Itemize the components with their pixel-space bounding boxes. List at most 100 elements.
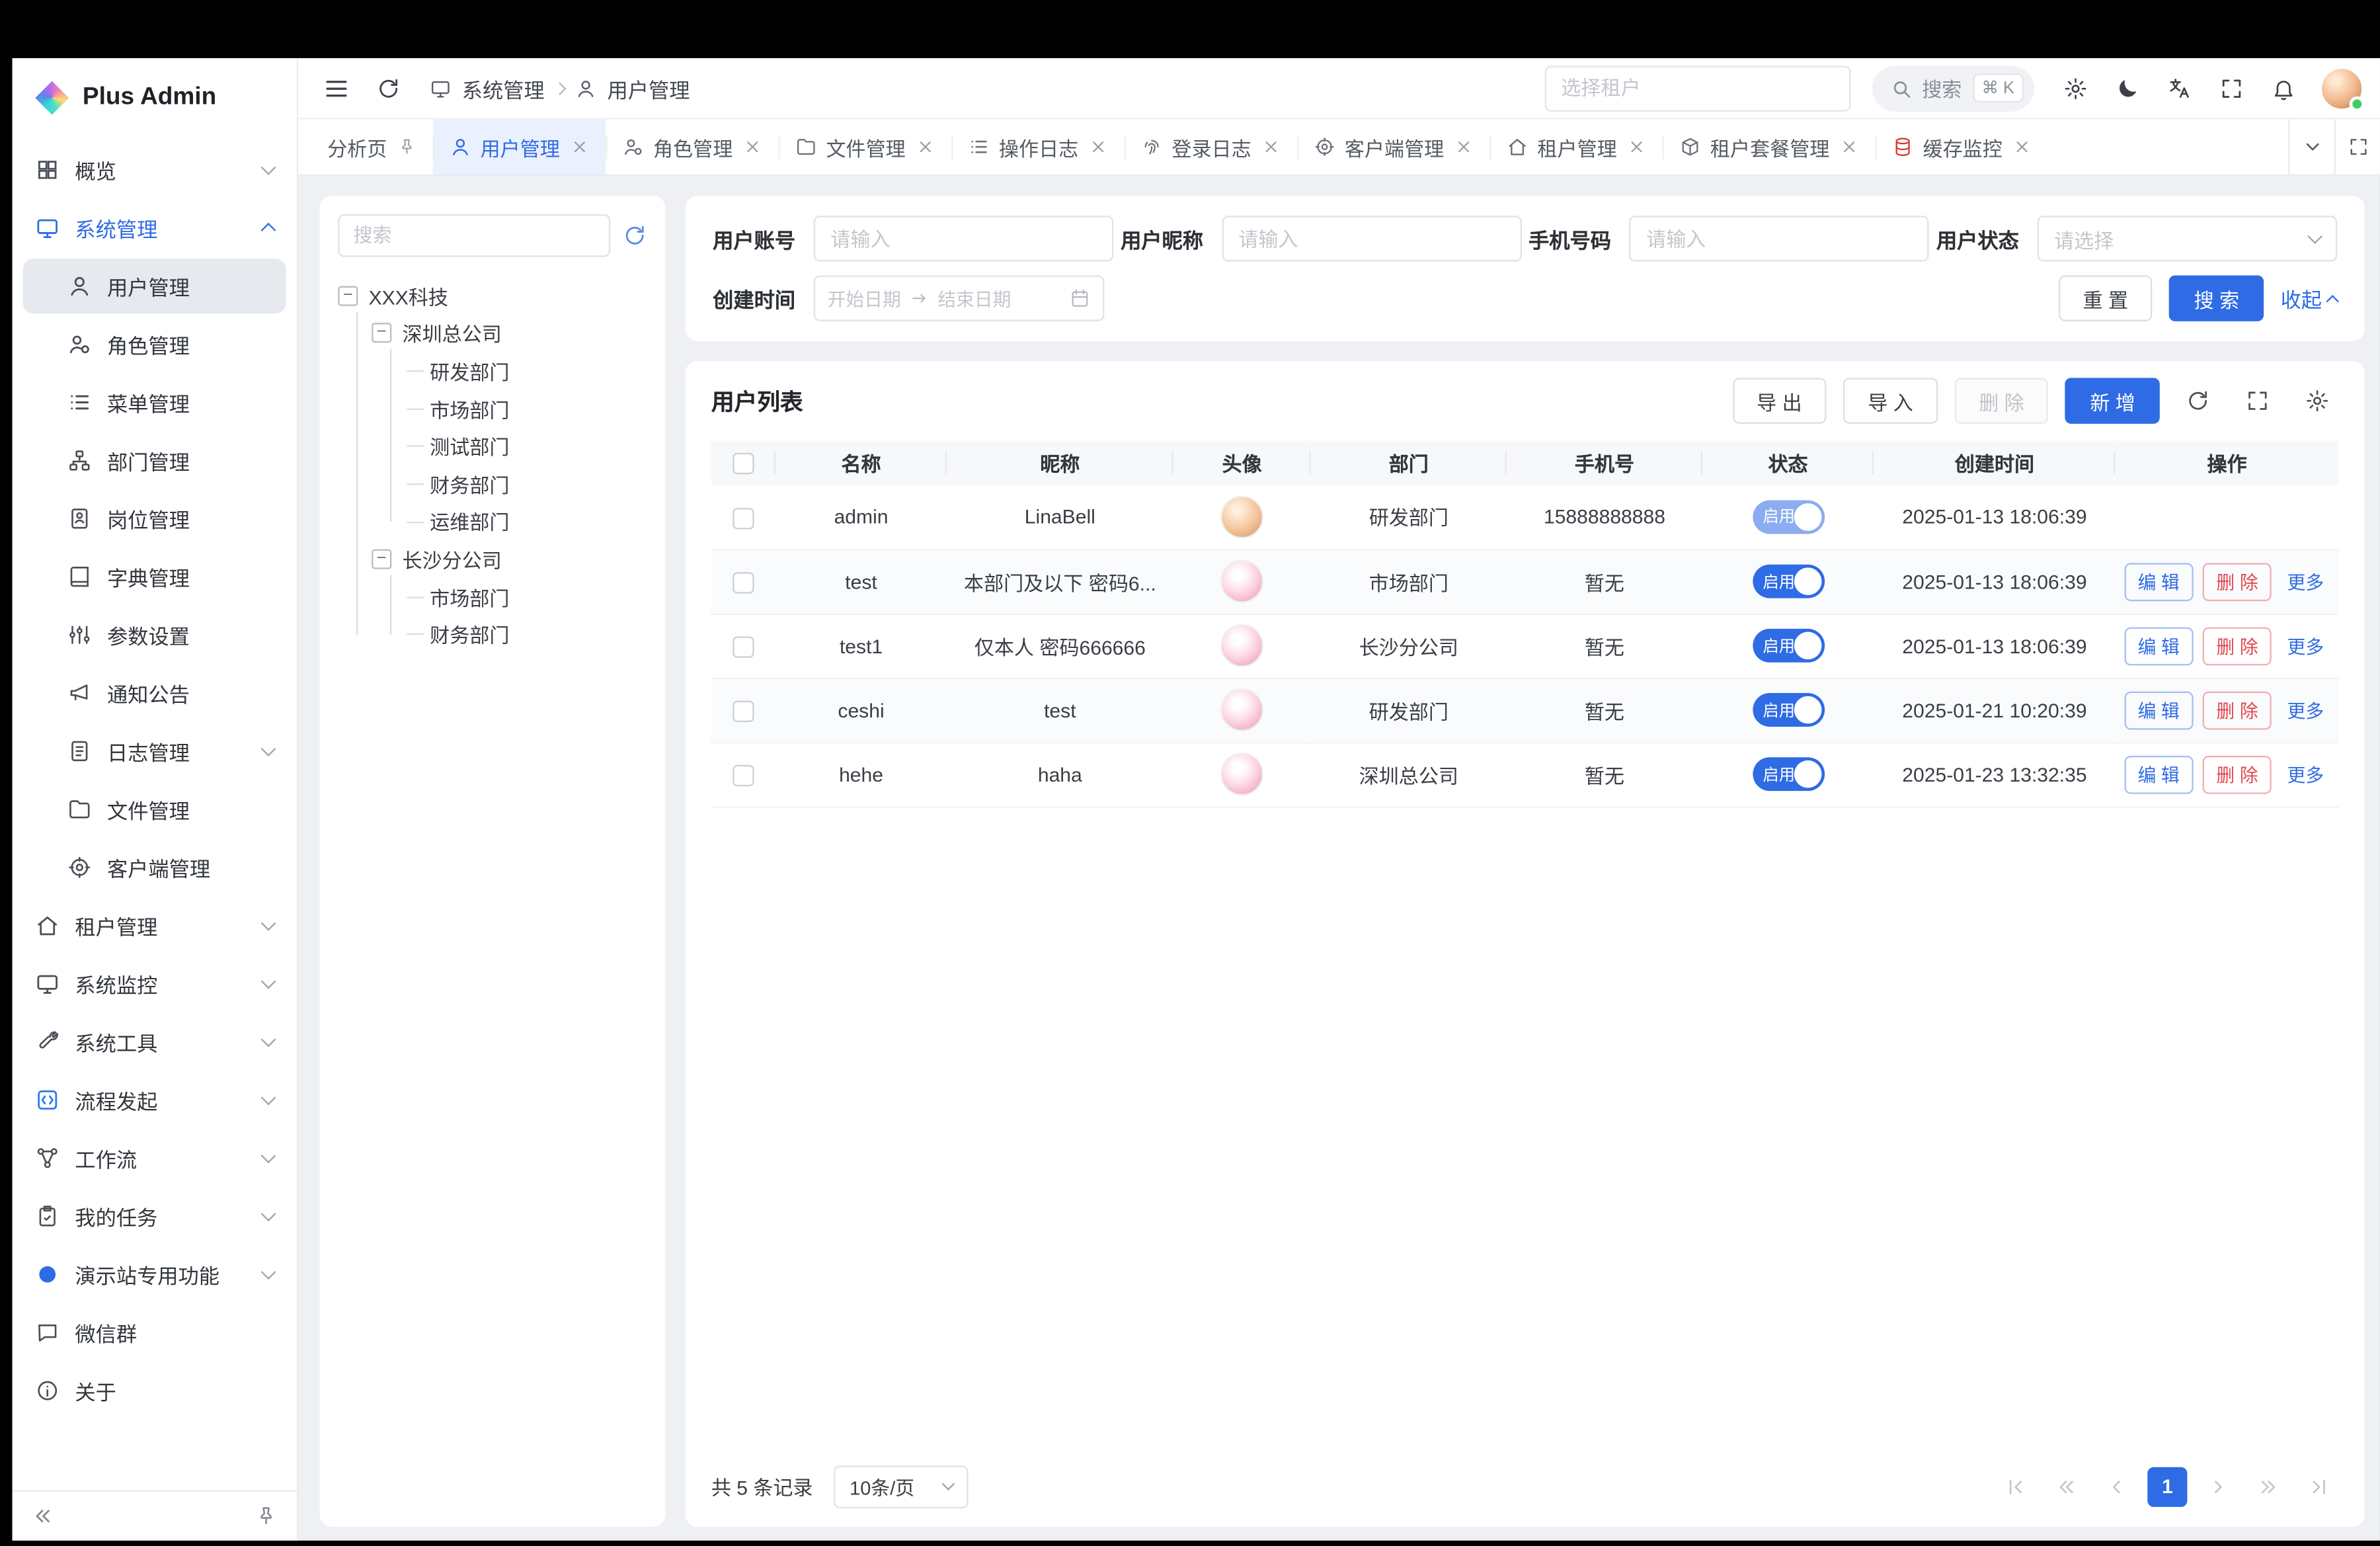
row-checkbox[interactable] — [733, 636, 754, 657]
delete-row-button[interactable]: 删 除 — [2203, 691, 2272, 729]
sidebar-item-dept-mgmt[interactable]: 部门管理 — [13, 431, 297, 489]
sidebar-item-overview[interactable]: 概览 — [13, 141, 297, 199]
delete-row-button[interactable]: 删 除 — [2203, 755, 2272, 793]
tree-refresh-icon[interactable] — [623, 224, 647, 248]
collapse-sidebar-icon[interactable] — [32, 1505, 54, 1526]
tab-tenant-package-mgmt[interactable]: 租户套餐管理 — [1663, 119, 1876, 174]
status-select[interactable]: 请选择 — [2038, 216, 2337, 261]
row-checkbox[interactable] — [733, 764, 754, 786]
tab-login-log[interactable]: 登录日志 — [1125, 119, 1297, 174]
sidebar-item-notice[interactable]: 通知公告 — [13, 664, 297, 722]
table-fullscreen-icon[interactable] — [2236, 380, 2279, 423]
sidebar-item-workflow[interactable]: 工作流 — [13, 1129, 297, 1187]
tabs-overflow-chevron-icon[interactable] — [2288, 119, 2334, 174]
close-icon[interactable] — [571, 138, 589, 156]
sidebar-item-tenant-mgmt[interactable]: 租户管理 — [13, 897, 297, 955]
edit-button[interactable]: 编 辑 — [2124, 562, 2194, 600]
dark-mode-moon-icon[interactable] — [2108, 68, 2147, 108]
delete-row-button[interactable]: 删 除 — [2203, 626, 2272, 665]
edit-button[interactable]: 编 辑 — [2124, 626, 2194, 665]
sidebar-item-wechat-group[interactable]: 微信群 — [13, 1303, 297, 1362]
tree-node-branch[interactable]: 长沙分公司 — [372, 540, 647, 578]
bell-icon[interactable] — [2264, 68, 2303, 108]
more-button[interactable]: 更多 — [2281, 562, 2330, 600]
sidebar-item-about[interactable]: 关于 — [13, 1362, 297, 1420]
first-page-button[interactable] — [1996, 1467, 2036, 1506]
gear-icon[interactable] — [2055, 68, 2095, 108]
tree-node-leaf[interactable]: 运维部门 — [405, 503, 647, 540]
tree-node-branch[interactable]: 深圳总公司 — [372, 315, 647, 352]
nickname-input[interactable] — [1222, 216, 1521, 261]
select-all-checkbox[interactable] — [733, 453, 754, 474]
close-icon[interactable] — [1089, 138, 1107, 156]
prev-jump-button[interactable] — [2047, 1467, 2086, 1506]
tree-node-leaf[interactable]: 测试部门 — [405, 427, 647, 465]
tabs-fullscreen-icon[interactable] — [2334, 119, 2380, 174]
more-button[interactable]: 更多 — [2281, 626, 2330, 665]
sidebar-item-system-tools[interactable]: 系统工具 — [13, 1013, 297, 1071]
export-button[interactable]: 导 出 — [1732, 378, 1827, 423]
more-button[interactable]: 更多 — [2281, 755, 2330, 793]
close-icon[interactable] — [1454, 138, 1473, 156]
page-size-select[interactable]: 10条/页 — [834, 1465, 969, 1508]
sidebar-item-system-monitor[interactable]: 系统监控 — [13, 955, 297, 1013]
close-icon[interactable] — [1628, 138, 1646, 156]
sidebar-item-post-mgmt[interactable]: 岗位管理 — [13, 489, 297, 548]
delete-button[interactable]: 删 除 — [1954, 378, 2049, 423]
next-jump-button[interactable] — [2248, 1467, 2288, 1506]
add-button[interactable]: 新 增 — [2065, 378, 2160, 423]
status-toggle[interactable]: 启用 — [1752, 500, 1824, 534]
close-icon[interactable] — [2013, 138, 2032, 156]
phone-input[interactable] — [1630, 216, 1929, 261]
account-input[interactable] — [814, 216, 1113, 261]
sidebar-item-param-settings[interactable]: 参数设置 — [13, 606, 297, 664]
tab-client-mgmt[interactable]: 客户端管理 — [1297, 119, 1490, 174]
language-icon[interactable] — [2160, 68, 2200, 108]
more-button[interactable]: 更多 — [2281, 691, 2330, 729]
edit-button[interactable]: 编 辑 — [2124, 691, 2194, 729]
tree-node-leaf[interactable]: 财务部门 — [405, 616, 647, 653]
table-refresh-icon[interactable] — [2176, 380, 2219, 423]
tenant-select-input[interactable] — [1544, 65, 1850, 110]
sidebar-item-demo-features[interactable]: 演示站专用功能 — [13, 1245, 297, 1303]
collapse-box-icon[interactable] — [372, 323, 391, 343]
status-toggle[interactable]: 启用 — [1752, 565, 1824, 598]
tree-node-leaf[interactable]: 市场部门 — [405, 578, 647, 616]
row-checkbox[interactable] — [733, 572, 754, 593]
tab-role-mgmt[interactable]: 角色管理 — [606, 119, 778, 174]
sidebar-item-system-mgmt[interactable]: 系统管理 — [13, 199, 297, 257]
sidebar-item-log-mgmt[interactable]: 日志管理 — [13, 722, 297, 780]
last-page-button[interactable] — [2299, 1467, 2338, 1506]
page-number-current[interactable]: 1 — [2147, 1467, 2187, 1506]
refresh-page-icon[interactable] — [369, 68, 409, 108]
tab-user-mgmt[interactable]: 用户管理 — [433, 119, 606, 174]
close-icon[interactable] — [744, 138, 762, 156]
sidebar-item-file-mgmt[interactable]: 文件管理 — [13, 780, 297, 838]
import-button[interactable]: 导 入 — [1843, 378, 1938, 423]
tab-file-mgmt[interactable]: 文件管理 — [779, 119, 951, 174]
date-range-picker[interactable]: 开始日期 结束日期 — [814, 275, 1105, 321]
pin-sidebar-icon[interactable] — [255, 1505, 276, 1526]
collapse-box-icon[interactable] — [338, 286, 358, 305]
tree-node-leaf[interactable]: 研发部门 — [405, 352, 647, 390]
status-toggle[interactable]: 启用 — [1752, 757, 1824, 791]
sidebar-item-client-mgmt[interactable]: 客户端管理 — [13, 838, 297, 897]
close-icon[interactable] — [1262, 138, 1281, 156]
column-settings-gear-icon[interactable] — [2296, 380, 2339, 423]
status-toggle[interactable]: 启用 — [1752, 629, 1824, 663]
fullscreen-icon[interactable] — [2211, 68, 2251, 108]
tab-operation-log[interactable]: 操作日志 — [951, 119, 1124, 174]
sidebar-item-dict-mgmt[interactable]: 字典管理 — [13, 548, 297, 606]
sidebar-item-my-tasks[interactable]: 我的任务 — [13, 1187, 297, 1245]
sidebar-item-process-start[interactable]: 流程发起 — [13, 1071, 297, 1129]
collapse-filters-link[interactable]: 收起 — [2281, 283, 2338, 313]
hamburger-menu-icon[interactable] — [317, 68, 356, 108]
next-page-button[interactable] — [2198, 1467, 2238, 1506]
collapse-box-icon[interactable] — [372, 549, 391, 569]
breadcrumb-parent[interactable]: 系统管理 — [462, 73, 545, 103]
tree-node-leaf[interactable]: 市场部门 — [405, 389, 647, 427]
search-button[interactable]: 搜 索 — [2170, 275, 2264, 321]
edit-button[interactable]: 编 辑 — [2124, 755, 2194, 793]
close-icon[interactable] — [916, 138, 935, 156]
pin-icon[interactable] — [398, 138, 416, 156]
